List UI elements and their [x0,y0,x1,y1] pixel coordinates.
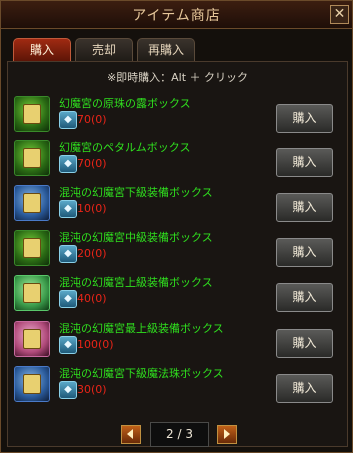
instant-buy-hint: ※即時購入：Alt ＋ クリック [106,71,249,84]
list-item: 混沌の幻魔宮最上級装備ボックス ◆ 100(0) 購入 [8,318,347,362]
currency-gem-icon: ◆ [59,290,77,308]
buy-button[interactable]: 購入 [276,148,333,177]
item-name: 混沌の幻魔宮下級魔法珠ボックス [59,367,224,380]
item-list-panel: ※即時購入：Alt ＋ クリック 幻魔宮の原珠の露ボックス ◆ 70(0) 購入… [7,61,348,447]
buy-button[interactable]: 購入 [276,374,333,403]
list-item: 幻魔宮のペタルムボックス ◆ 70(0) 購入 [8,137,347,181]
tab-sell[interactable]: 売却 [75,38,133,62]
box-mark-icon [23,283,41,303]
tab-rebuy[interactable]: 再購入 [137,38,195,62]
box-mark-icon [23,374,41,394]
item-name: 混沌の幻魔宮中級装備ボックス [59,231,213,244]
box-mark-icon [23,329,41,349]
prev-page-button[interactable] [121,425,141,444]
list-item: 混沌の幻魔宮下級装備ボックス ◆ 10(0) 購入 [8,182,347,226]
arrow-right-icon [224,429,230,439]
title-bar: アイテム商店 ✕ [1,1,352,29]
box-mark-icon [23,104,41,124]
page-indicator: 2 / 3 [150,422,209,447]
close-button[interactable]: ✕ [330,5,349,24]
item-name: 幻魔宮の原珠の露ボックス [59,97,191,110]
item-price: 70(0) [77,113,107,126]
buy-button[interactable]: 購入 [276,329,333,358]
item-name: 混沌の幻魔宮下級装備ボックス [59,186,213,199]
box-mark-icon [23,148,41,168]
item-price: 20(0) [77,247,107,260]
potion-box-icon[interactable] [14,96,50,132]
currency-gem-icon: ◆ [59,245,77,263]
currency-gem-icon: ◆ [59,111,77,129]
next-page-button[interactable] [217,425,237,444]
item-price: 70(0) [77,157,107,170]
item-name: 幻魔宮のペタルムボックス [59,141,191,154]
list-item: 混沌の幻魔宮中級装備ボックス ◆ 20(0) 購入 [8,227,347,271]
window-title: アイテム商店 [132,8,221,24]
list-item: 幻魔宮の原珠の露ボックス ◆ 70(0) 購入 [8,93,347,137]
buy-button[interactable]: 購入 [276,193,333,222]
box-mark-icon [23,193,41,213]
list-item: 混沌の幻魔宮下級魔法珠ボックス ◆ 30(0) 購入 [8,363,347,407]
item-name: 混沌の幻魔宮上級装備ボックス [59,276,213,289]
currency-gem-icon: ◆ [59,336,77,354]
item-price: 30(0) [77,383,107,396]
item-price: 100(0) [77,338,114,351]
currency-gem-icon: ◆ [59,155,77,173]
magic-orb-box-icon[interactable] [14,366,50,402]
item-name: 混沌の幻魔宮最上級装備ボックス [59,322,224,335]
buy-button[interactable]: 購入 [276,238,333,267]
box-mark-icon [23,238,41,258]
equipment-box-icon[interactable] [14,230,50,266]
item-price: 40(0) [77,292,107,305]
equipment-box-icon[interactable] [14,275,50,311]
arrow-left-icon [127,429,133,439]
item-shop-window: アイテム商店 ✕ 購入 売却 再購入 ※即時購入：Alt ＋ クリック 幻魔宮の… [0,0,353,453]
equipment-box-icon[interactable] [14,321,50,357]
equipment-box-icon[interactable] [14,185,50,221]
item-price: 10(0) [77,202,107,215]
potion-box-icon[interactable] [14,140,50,176]
currency-gem-icon: ◆ [59,381,77,399]
buy-button[interactable]: 購入 [276,283,333,312]
list-item: 混沌の幻魔宮上級装備ボックス ◆ 40(0) 購入 [8,272,347,316]
currency-gem-icon: ◆ [59,200,77,218]
buy-button[interactable]: 購入 [276,104,333,133]
tab-buy[interactable]: 購入 [13,38,71,62]
